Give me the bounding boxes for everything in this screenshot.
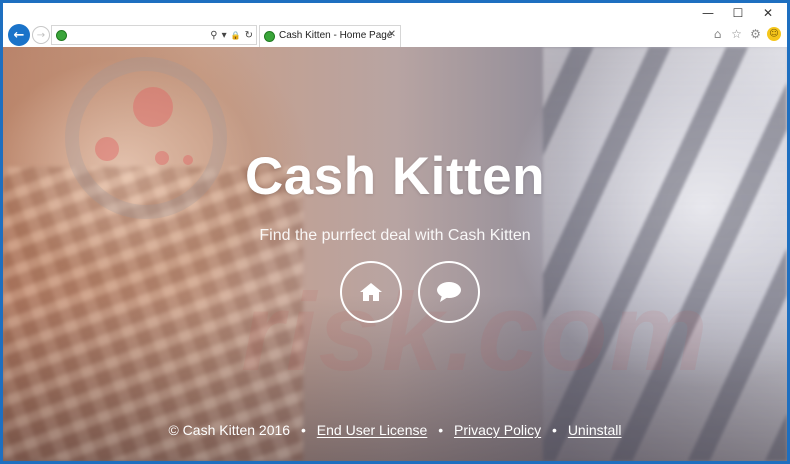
minimize-button[interactable]: — [693,3,723,23]
footer-separator: • [552,422,557,438]
page-subtitle: Find the purrfect deal with Cash Kitten [259,227,531,244]
refresh-icon[interactable]: ↻ [245,30,253,41]
browser-window: — ☐ ✕ ← → ⚲ ▾ 🔒 ↻ Cash Kitten - Home Pag… [0,0,790,464]
watermark-dot [133,87,173,127]
end-user-license-link[interactable]: End User License [317,422,428,438]
tab-title: Cash Kitten - Home Page [279,30,393,41]
address-tools: ⚲ ▾ 🔒 ↻ [210,27,253,43]
home-button[interactable] [340,261,402,323]
chevron-down-icon[interactable]: ▾ [222,30,227,41]
page-viewport: risk.com Cash Kitten Find the purrfect d… [3,47,787,461]
footer-separator: • [300,422,306,438]
footer-copyright: © Cash Kitten 2016 [168,422,291,438]
navigation-bar: ← → ⚲ ▾ 🔒 ↻ Cash Kitten - Home Page ✕ ⌂ … [3,23,787,47]
background-cat-fur [543,47,787,461]
site-favicon-icon [56,30,67,41]
gear-icon[interactable]: ⚙ [748,26,763,42]
tab-close-icon[interactable]: ✕ [388,29,396,40]
smile-icon[interactable]: ☺ [767,27,781,41]
search-icon[interactable]: ⚲ [210,30,217,41]
tab-favicon-icon [264,31,275,42]
star-icon[interactable]: ☆ [729,26,744,42]
chat-button[interactable] [418,261,480,323]
uninstall-link[interactable]: Uninstall [568,422,622,438]
address-bar[interactable]: ⚲ ▾ 🔒 ↻ [51,25,257,45]
title-bar: — ☐ ✕ [3,3,787,23]
privacy-policy-link[interactable]: Privacy Policy [454,422,541,438]
back-arrow-icon[interactable]: ← [8,24,30,46]
browser-toolbar: ⌂ ☆ ⚙ ☺ [710,26,781,42]
page-title: Cash Kitten [245,147,545,206]
home-icon [360,283,382,301]
speech-bubble-icon [437,282,461,302]
browser-tab[interactable]: Cash Kitten - Home Page ✕ [259,25,401,47]
window-controls: — ☐ ✕ [693,3,783,23]
close-window-button[interactable]: ✕ [753,3,783,23]
footer-separator: • [438,422,444,438]
page-footer: © Cash Kitten 2016 • End User License • … [3,422,787,438]
maximize-button[interactable]: ☐ [723,3,753,23]
forward-arrow-icon[interactable]: → [32,26,50,44]
lock-icon[interactable]: 🔒 [231,31,241,40]
home-icon[interactable]: ⌂ [710,26,725,42]
